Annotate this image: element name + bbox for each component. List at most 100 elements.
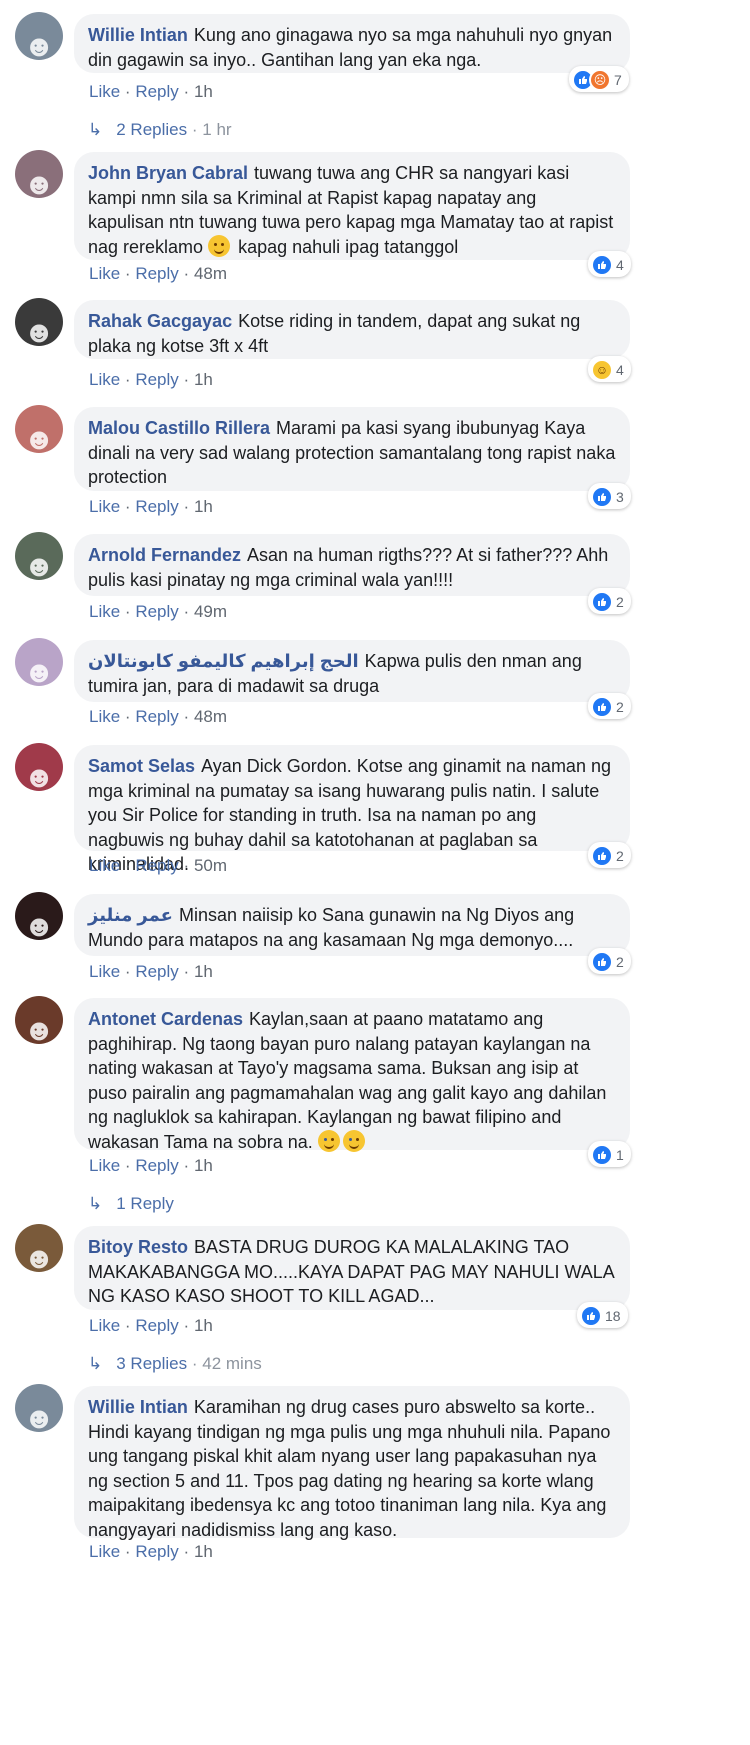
comment-author[interactable]: Samot Selas — [88, 756, 195, 776]
like-icon — [591, 845, 613, 867]
like-link[interactable]: Like — [89, 82, 120, 101]
replies-time: 42 mins — [202, 1354, 262, 1373]
separator: · — [124, 856, 131, 875]
comment-author[interactable]: Willie Intian — [88, 1397, 188, 1417]
avatar[interactable]: ☻ — [15, 638, 63, 686]
reply-link[interactable]: Reply — [135, 264, 178, 283]
reply-link[interactable]: Reply — [135, 1542, 178, 1561]
avatar[interactable]: ☻ — [15, 12, 63, 60]
reply-link[interactable]: Reply — [135, 1316, 178, 1335]
reply-link[interactable]: Reply — [135, 1156, 178, 1175]
like-link[interactable]: Like — [89, 370, 120, 389]
avatar[interactable]: ☻ — [15, 996, 63, 1044]
reactions-summary[interactable]: 2 — [588, 588, 631, 614]
comment-author[interactable]: Antonet Cardenas — [88, 1009, 243, 1029]
comment-author[interactable]: Bitoy Resto — [88, 1237, 188, 1257]
comment-actions: Like · Reply · 48m — [89, 264, 227, 284]
avatar[interactable]: ☻ — [15, 405, 63, 453]
reactions-summary[interactable]: 1 — [588, 1141, 631, 1167]
reactions-summary[interactable]: 2 — [588, 693, 631, 719]
separator: · — [183, 707, 190, 726]
avatar[interactable]: ☻ — [15, 1224, 63, 1272]
reactions-summary[interactable]: 4 — [588, 251, 631, 277]
comment-actions: Like · Reply · 1h — [89, 1542, 213, 1562]
like-link[interactable]: Like — [89, 602, 120, 621]
separator: · — [124, 82, 131, 101]
reactions-summary[interactable]: ☹ 7 — [569, 66, 629, 92]
avatar[interactable]: ☻ — [15, 743, 63, 791]
reply-link[interactable]: Reply — [135, 602, 178, 621]
like-icon — [580, 1305, 602, 1327]
comment-actions: Like · Reply · 48m — [89, 707, 227, 727]
like-link[interactable]: Like — [89, 1316, 120, 1335]
reactions-summary[interactable]: ☺ 4 — [588, 356, 631, 382]
crying-emoji-icon — [317, 1129, 340, 1152]
comment-author[interactable]: الحج إبراهيم كاليمفو كابونتالان — [88, 651, 359, 671]
like-link[interactable]: Like — [89, 1156, 120, 1175]
separator: · — [183, 1156, 190, 1175]
comment-time[interactable]: 1h — [194, 497, 213, 516]
like-link[interactable]: Like — [89, 497, 120, 516]
reply-link[interactable]: Reply — [135, 82, 178, 101]
separator: · — [124, 370, 131, 389]
avatar[interactable]: ☻ — [15, 892, 63, 940]
comment-bubble: Samot Selas Ayan Dick Gordon. Kotse ang g… — [74, 745, 630, 874]
reactions-summary[interactable]: 2 — [588, 842, 631, 868]
person-icon: ☻ — [23, 168, 55, 198]
comment-time[interactable]: 1h — [194, 82, 213, 101]
reactions-summary[interactable]: 18 — [577, 1302, 628, 1328]
comment-author[interactable]: Malou Castillo Rillera — [88, 418, 270, 438]
comment-author[interactable]: Arnold Fernandez — [88, 545, 241, 565]
comment-time[interactable]: 50m — [194, 856, 227, 875]
comment-time[interactable]: 1h — [194, 1316, 213, 1335]
like-link[interactable]: Like — [89, 1542, 120, 1561]
view-replies[interactable]: ↳ 3 Replies · 42 mins — [88, 1354, 262, 1374]
view-replies[interactable]: ↳ 1 Reply — [88, 1194, 174, 1214]
like-link[interactable]: Like — [89, 707, 120, 726]
comment-author[interactable]: John Bryan Cabral — [88, 163, 248, 183]
replies-count[interactable]: 1 Reply — [116, 1194, 174, 1213]
reactions-summary[interactable]: 3 — [588, 483, 631, 509]
comment-bubble: عمر منليز Minsan naiisip ko Sana gunawin … — [74, 894, 630, 956]
like-icon — [591, 696, 613, 718]
comment-time[interactable]: 1h — [194, 962, 213, 981]
separator: · — [183, 370, 190, 389]
replies-count[interactable]: 3 Replies — [116, 1354, 187, 1373]
comment-bubble: John Bryan Cabral tuwang tuwa ang CHR sa … — [74, 152, 630, 260]
like-icon — [591, 591, 613, 613]
reactions-summary[interactable]: 2 — [588, 948, 631, 974]
comment-author[interactable]: Rahak Gacgayac — [88, 311, 232, 331]
reply-link[interactable]: Reply — [135, 707, 178, 726]
avatar[interactable]: ☻ — [15, 532, 63, 580]
avatar[interactable]: ☻ — [15, 150, 63, 198]
reaction-count: 2 — [616, 954, 624, 970]
comment-time[interactable]: 1h — [194, 370, 213, 389]
comment-author[interactable]: عمر منليز — [88, 905, 173, 925]
like-link[interactable]: Like — [89, 856, 120, 875]
comment-time[interactable]: 1h — [194, 1542, 213, 1561]
separator: · — [183, 82, 190, 101]
reply-link[interactable]: Reply — [135, 962, 178, 981]
reply-arrow-icon: ↳ — [88, 120, 103, 139]
like-link[interactable]: Like — [89, 264, 120, 283]
comment-actions: Like · Reply · 1h — [89, 1156, 213, 1176]
replies-time: 1 hr — [202, 120, 232, 139]
reaction-count: 7 — [614, 72, 622, 88]
comment-time[interactable]: 48m — [194, 264, 227, 283]
view-replies[interactable]: ↳ 2 Replies · 1 hr — [88, 120, 232, 140]
avatar[interactable]: ☻ — [15, 298, 63, 346]
comment-time[interactable]: 48m — [194, 707, 227, 726]
reply-link[interactable]: Reply — [135, 497, 178, 516]
avatar[interactable]: ☻ — [15, 1384, 63, 1432]
person-icon: ☻ — [23, 761, 55, 791]
reply-link[interactable]: Reply — [135, 856, 178, 875]
reaction-count: 2 — [616, 699, 624, 715]
replies-count[interactable]: 2 Replies — [116, 120, 187, 139]
reply-link[interactable]: Reply — [135, 370, 178, 389]
comment-time[interactable]: 1h — [194, 1156, 213, 1175]
reaction-count: 2 — [616, 848, 624, 864]
comment-time[interactable]: 49m — [194, 602, 227, 621]
like-link[interactable]: Like — [89, 962, 120, 981]
comment-author[interactable]: Willie Intian — [88, 25, 188, 45]
separator: · — [124, 1156, 131, 1175]
